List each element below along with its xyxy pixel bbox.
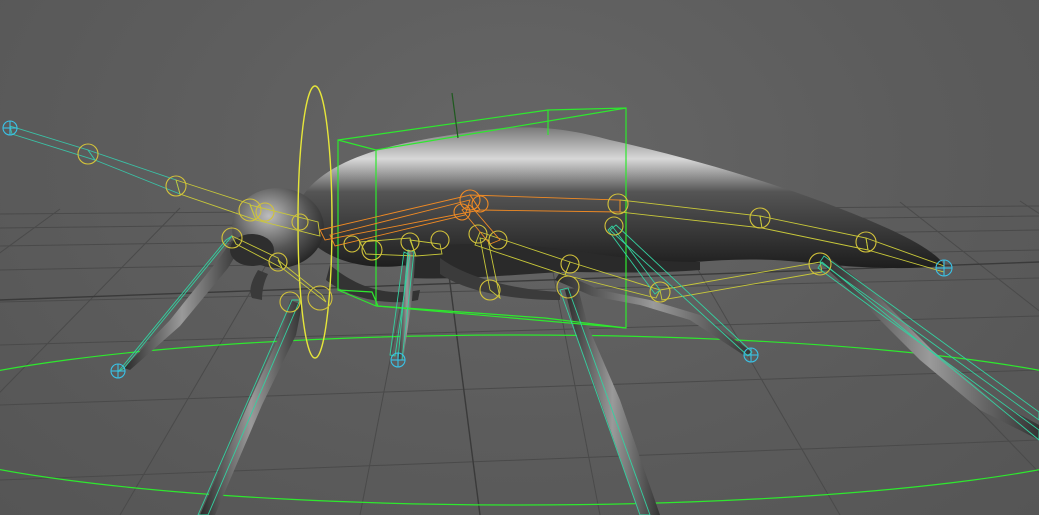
joint-antenna-1 — [77, 143, 99, 165]
joint-antenna-2 — [165, 175, 187, 197]
viewport-canvas[interactable] — [0, 0, 1039, 515]
joint-mandible — [307, 285, 333, 311]
locator-front-left-foot — [110, 363, 126, 379]
root-control-ring[interactable] — [0, 334, 1039, 506]
pivot-axis-marker — [451, 92, 459, 139]
locator-back-foot — [743, 347, 759, 363]
insect-front-legs — [200, 250, 1039, 515]
3d-viewport[interactable] — [0, 0, 1039, 515]
locator-antenna-tip — [2, 120, 18, 136]
locator-abdomen-tip — [935, 259, 953, 277]
locator-mid-foot — [390, 352, 406, 368]
